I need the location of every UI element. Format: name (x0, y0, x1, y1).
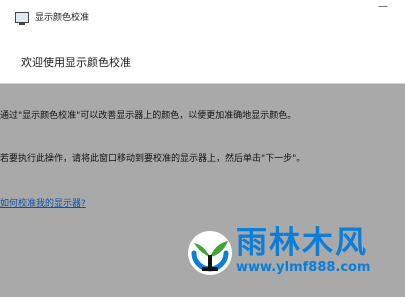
minimize-button[interactable]: — (368, 2, 398, 18)
intro-text: 通过"显示颜色校准"可以改善显示器上的颜色，以便更加准确地显示颜色。 (0, 111, 297, 121)
page-title: 欢迎使用显示颜色校准 (21, 56, 131, 69)
calibrate-help-link[interactable]: 如何校准我的显示器? (0, 196, 86, 209)
display-icon (15, 12, 29, 25)
brand-url: www.ylmf888.com (236, 260, 371, 275)
title-bar: 显示颜色校准 — (0, 0, 405, 39)
seedling-logo-icon (188, 231, 232, 275)
instruction-text: 若要执行此操作，请将此窗口移动到要校准的显示器上，然后单击"下一步"。 (0, 154, 306, 164)
window-title: 显示颜色校准 (35, 13, 90, 23)
page-header: 欢迎使用显示颜色校准 (0, 39, 405, 84)
brand-name: 雨林木风 (236, 225, 368, 261)
watermark-logo: 雨林木风 www.ylmf888.com (186, 215, 396, 287)
